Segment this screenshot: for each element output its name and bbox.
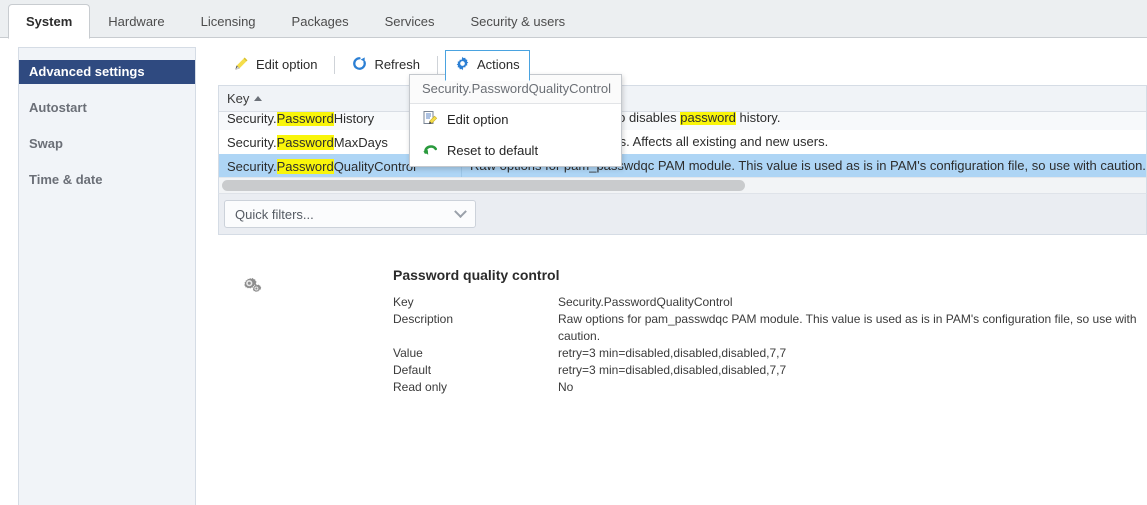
tab-licensing[interactable]: Licensing (183, 4, 274, 38)
details-field-row: Description Raw options for pam_passwdqc… (393, 311, 1147, 345)
gear-icon (455, 56, 470, 75)
edit-document-icon (422, 110, 438, 129)
tab-security-and-users[interactable]: Security & users (453, 4, 584, 38)
toolbar-separator-1 (334, 56, 335, 74)
chevron-down-icon (454, 205, 467, 218)
filter-bar: Quick filters... (218, 193, 1147, 235)
tab-security-and-users-label: Security & users (471, 14, 566, 29)
refresh-label: Refresh (374, 57, 420, 73)
details-field-value: retry=3 min=disabled,disabled,disabled,7… (558, 362, 1147, 379)
quick-filters-label: Quick filters... (235, 207, 314, 222)
tab-hardware[interactable]: Hardware (90, 4, 182, 38)
details-field-label: Value (393, 345, 558, 362)
settings-table: Key Security.PasswordHistory …mber for e… (218, 85, 1147, 193)
key-suffix: MaxDays (334, 135, 388, 150)
sidebar-item-advanced-settings-label: Advanced settings (29, 64, 145, 79)
actions-label: Actions (477, 57, 520, 73)
undo-arrow-icon (422, 141, 438, 160)
tab-system-label: System (26, 14, 72, 29)
desc-highlight: password (680, 112, 736, 125)
content-toolbar: Edit option Refresh Actions (218, 45, 1147, 85)
details-panel: Password quality control Key Security.Pa… (218, 245, 1147, 396)
table-row-selected[interactable]: Security.PasswordQualityControl Raw opti… (219, 154, 1146, 177)
sidebar-item-autostart[interactable]: Autostart (19, 96, 195, 120)
table-header-row: Key (219, 86, 1146, 112)
details-field-value: Raw options for pam_passwdqc PAM module.… (558, 311, 1147, 345)
sidebar-item-time-and-date-label: Time & date (29, 172, 102, 187)
sidebar-spacer-1 (19, 84, 195, 96)
details-field-label: Key (393, 294, 558, 311)
key-highlight: Password (277, 135, 334, 150)
tab-services-label: Services (385, 14, 435, 29)
sidebar-item-advanced-settings[interactable]: Advanced settings (19, 60, 195, 84)
details-field-label: Default (393, 362, 558, 379)
sidebar-spacer-3 (19, 156, 195, 168)
actions-dropdown-menu: Security.PasswordQualityControl Edit opt… (409, 74, 622, 167)
key-highlight: Password (277, 159, 334, 174)
menu-item-reset-to-default[interactable]: Reset to default (410, 135, 621, 166)
tab-licensing-label: Licensing (201, 14, 256, 29)
tab-list: System Hardware Licensing Packages Servi… (0, 0, 1147, 38)
quick-filters-select[interactable]: Quick filters... (224, 200, 476, 228)
gears-icon (238, 273, 393, 299)
sidebar-spacer-2 (19, 120, 195, 132)
edit-option-label: Edit option (256, 57, 317, 73)
menu-item-reset-to-default-label: Reset to default (447, 143, 538, 158)
details-inner: Password quality control Key Security.Pa… (218, 245, 1147, 396)
key-suffix: History (334, 112, 374, 126)
key-prefix: Security. (227, 159, 277, 174)
menu-item-edit-option[interactable]: Edit option (410, 104, 621, 135)
toolbar-separator-2 (437, 56, 438, 74)
edit-option-button[interactable]: Edit option (224, 50, 327, 81)
sidebar-item-swap[interactable]: Swap (19, 132, 195, 156)
sidebar-item-time-and-date[interactable]: Time & date (19, 168, 195, 192)
tab-packages[interactable]: Packages (274, 4, 367, 38)
details-field-label: Read only (393, 379, 558, 396)
key-prefix: Security. (227, 112, 277, 126)
table-body: Security.PasswordHistory …mber for each … (219, 112, 1146, 177)
tab-hardware-label: Hardware (108, 14, 164, 29)
column-header-key-label: Key (227, 91, 249, 106)
details-field-row: Value retry=3 min=disabled,disabled,disa… (393, 345, 1147, 362)
details-body: Password quality control Key Security.Pa… (393, 267, 1147, 396)
sidebar: Advanced settings Autostart Swap Time & … (18, 47, 196, 505)
details-field-value: No (558, 379, 1147, 396)
refresh-icon (352, 56, 367, 75)
details-field-value: retry=3 min=disabled,disabled,disabled,7… (558, 345, 1147, 362)
details-field-label: Description (393, 311, 558, 345)
details-gear-icon-wrap (238, 267, 393, 396)
top-tab-bar: System Hardware Licensing Packages Servi… (0, 0, 1147, 38)
key-highlight: Password (277, 112, 334, 126)
tab-packages-label: Packages (292, 14, 349, 29)
scrollbar-thumb[interactable] (222, 180, 745, 191)
sidebar-item-autostart-label: Autostart (29, 100, 87, 115)
sidebar-item-swap-label: Swap (29, 136, 63, 151)
sidebar-top-spacer (19, 48, 195, 60)
actions-menu-header-label: Security.PasswordQualityControl (422, 81, 611, 96)
table-row[interactable]: Security.PasswordMaxDays …ween password … (219, 130, 1146, 154)
key-suffix: QualityControl (334, 159, 416, 174)
details-field-value: Security.PasswordQualityControl (558, 294, 1147, 311)
key-prefix: Security. (227, 135, 277, 150)
details-field-row: Default retry=3 min=disabled,disabled,di… (393, 362, 1147, 379)
tab-services[interactable]: Services (367, 4, 453, 38)
details-field-row: Key Security.PasswordQualityControl (393, 294, 1147, 311)
details-title: Password quality control (393, 267, 1147, 283)
table-row[interactable]: Security.PasswordHistory …mber for each … (219, 112, 1146, 130)
actions-button[interactable]: Actions (445, 50, 530, 81)
tab-system[interactable]: System (8, 4, 90, 39)
desc-suffix: history. (736, 112, 781, 125)
details-field-row: Read only No (393, 379, 1147, 396)
menu-item-edit-option-label: Edit option (447, 112, 508, 127)
main-content: Edit option Refresh Actions (218, 45, 1147, 235)
sort-ascending-icon (254, 96, 262, 101)
pencil-icon (234, 56, 249, 75)
table-horizontal-scrollbar[interactable] (219, 177, 1146, 193)
